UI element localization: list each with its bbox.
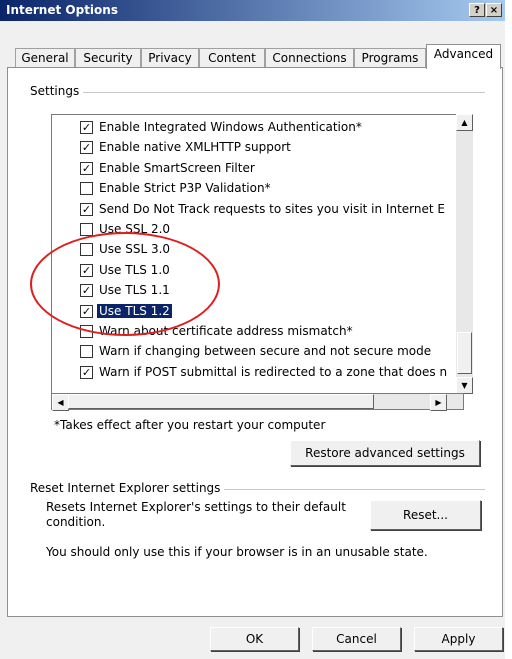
internet-options-window: Internet Options ? × General Security Pr… (0, 0, 505, 659)
unchecked-checkbox-icon[interactable] (80, 223, 93, 236)
reset-button[interactable]: Reset... (370, 500, 481, 530)
restart-footnote: *Takes effect after you restart your com… (54, 418, 326, 432)
close-button[interactable]: × (486, 3, 502, 17)
horizontal-scroll-thumb[interactable] (68, 394, 374, 409)
apply-button[interactable]: Apply (414, 627, 503, 651)
reset-group-label: Reset Internet Explorer settings (30, 481, 225, 495)
setting-label: Send Do Not Track requests to sites you … (99, 201, 445, 216)
setting-label: Warn if POST submittal is redirected to … (99, 364, 448, 379)
checked-checkbox-icon[interactable]: ✓ (80, 365, 93, 379)
tab-connections[interactable]: Connections (265, 48, 354, 68)
scroll-right-icon[interactable]: ▶ (430, 394, 447, 411)
tab-general[interactable]: General (15, 48, 75, 68)
setting-label: Enable Strict P3P Validation* (99, 181, 271, 196)
tab-security[interactable]: Security (75, 48, 141, 68)
unchecked-checkbox-icon[interactable] (80, 345, 93, 359)
checked-checkbox-icon[interactable]: ✓ (80, 121, 93, 134)
annotation-circle (30, 232, 220, 336)
unchecked-checkbox-icon[interactable] (80, 182, 93, 196)
title-bar[interactable]: Internet Options ? × (0, 0, 505, 21)
checked-checkbox-icon[interactable]: ✓ (80, 161, 93, 175)
tab-content[interactable]: Content (199, 48, 265, 68)
tab-programs[interactable]: Programs (354, 48, 426, 68)
checked-checkbox-icon[interactable]: ✓ (80, 141, 93, 155)
settings-group-divider (30, 92, 485, 93)
reset-description: Resets Internet Explorer's settings to t… (46, 500, 346, 529)
setting-label: Enable native XMLHTTP support (99, 140, 291, 155)
unusable-state-note: You should only use this if your browser… (46, 545, 428, 559)
dialog-button-bar: OK Cancel Apply (0, 617, 505, 659)
tab-privacy[interactable]: Privacy (141, 48, 199, 68)
scroll-down-icon[interactable]: ▼ (456, 377, 473, 394)
window-title: Internet Options (6, 3, 118, 17)
settings-group-label: Settings (30, 84, 84, 98)
vertical-scrollbar[interactable]: ▲ ▼ (456, 114, 473, 394)
tab-advanced[interactable]: Advanced (426, 44, 501, 69)
setting-label: Enable Integrated Windows Authentication… (99, 120, 362, 134)
setting-label: Enable SmartScreen Filter (99, 160, 255, 175)
cancel-button[interactable]: Cancel (312, 627, 401, 651)
help-button[interactable]: ? (469, 3, 485, 17)
restore-advanced-settings-button[interactable]: Restore advanced settings (290, 440, 480, 466)
setting-label: Warn if changing between secure and not … (99, 344, 432, 359)
scroll-up-icon[interactable]: ▲ (456, 114, 473, 131)
scroll-left-icon[interactable]: ◀ (52, 394, 69, 411)
horizontal-scrollbar[interactable]: ◀ ▶ (51, 393, 464, 411)
vertical-scroll-thumb[interactable] (457, 332, 472, 374)
checked-checkbox-icon[interactable]: ✓ (80, 202, 93, 216)
ok-button[interactable]: OK (210, 627, 299, 651)
